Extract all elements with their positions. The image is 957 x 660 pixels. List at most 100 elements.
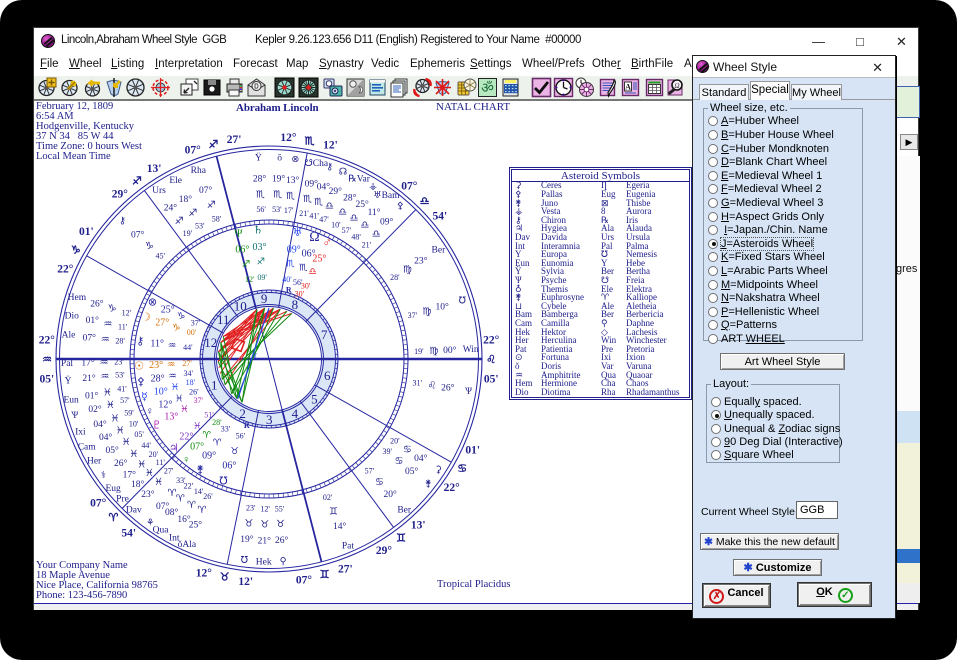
svg-text:♊︎: ♊︎: [320, 569, 330, 581]
svg-text:⚵︎: ⚵︎: [425, 479, 432, 490]
svg-text:57': 57': [120, 396, 130, 405]
svg-text:♈︎: ♈︎: [187, 500, 196, 511]
svg-text:04°: 04°: [99, 432, 113, 443]
svg-text:19': 19': [183, 229, 193, 238]
svg-text:♓︎: ♓︎: [137, 460, 146, 471]
svg-text:Ϋ: Ϋ: [255, 152, 262, 164]
svg-text:℧: ℧: [219, 476, 227, 488]
svg-text:01°: 01°: [86, 315, 100, 326]
svg-text:26°: 26°: [90, 298, 104, 309]
svg-text:53': 53': [115, 371, 125, 380]
svg-text:Cam: Cam: [78, 442, 97, 452]
svg-text:♒︎: ♒︎: [168, 341, 177, 351]
svg-text:10°: 10°: [435, 301, 449, 312]
svg-text:Int: Int: [169, 534, 180, 544]
svg-text:12': 12': [245, 275, 255, 284]
svg-text:26': 26': [189, 388, 199, 397]
svg-text:00°: 00°: [443, 345, 457, 356]
svg-text:℧: ℧: [459, 296, 467, 306]
svg-text:R: R: [286, 286, 292, 295]
svg-text:01': 01': [79, 226, 94, 238]
svg-text:♎︎: ♎︎: [325, 201, 334, 212]
svg-text:♒︎: ♒︎: [167, 360, 176, 370]
svg-text:26': 26': [203, 492, 213, 501]
svg-text:41': 41': [117, 385, 127, 394]
svg-text:♐︎: ♐︎: [132, 175, 142, 187]
svg-text:♒︎: ♒︎: [101, 334, 110, 345]
svg-text:27': 27': [164, 466, 174, 475]
svg-text:♓︎: ♓︎: [154, 477, 163, 488]
svg-text:11°: 11°: [150, 338, 164, 349]
svg-text:05': 05': [484, 374, 499, 386]
svg-text:♏︎: ♏︎: [286, 191, 295, 202]
svg-text:Qua: Qua: [153, 526, 170, 536]
svg-text:19': 19': [414, 347, 424, 356]
svg-text:06°: 06°: [222, 460, 236, 471]
svg-text:Ψ︎: Ψ︎: [234, 228, 243, 240]
svg-text:♓︎: ♓︎: [175, 393, 184, 404]
svg-text:♏︎: ♏︎: [286, 259, 295, 270]
svg-text:Her: Her: [87, 456, 102, 466]
svg-text:28°: 28°: [151, 374, 165, 385]
svg-text:♉︎: ♉︎: [220, 571, 230, 583]
svg-text:♎︎: ♎︎: [360, 220, 369, 231]
svg-text:12: 12: [204, 335, 217, 350]
svg-text:47': 47': [319, 215, 329, 224]
svg-text:♎︎: ♎︎: [308, 268, 317, 278]
svg-text:♓︎: ♓︎: [106, 400, 115, 411]
svg-text:12°: 12°: [158, 400, 172, 411]
svg-text:♎︎: ♎︎: [338, 207, 347, 218]
svg-text:09': 09': [257, 273, 267, 282]
svg-text:R: R: [244, 421, 250, 430]
svg-text:♏︎: ♏︎: [299, 263, 308, 274]
svg-text:05': 05': [134, 430, 144, 439]
svg-text:ॐ: ॐ: [481, 81, 494, 97]
svg-text:48': 48': [351, 233, 361, 242]
svg-text:♒︎: ♒︎: [100, 372, 109, 383]
svg-text:♈︎: ♈︎: [197, 505, 206, 516]
svg-text:⚴︎: ⚴︎: [137, 376, 145, 388]
svg-text:♍︎: ♍︎: [403, 265, 412, 276]
svg-text:♒︎: ♒︎: [42, 354, 52, 366]
svg-text:55': 55': [275, 504, 285, 513]
svg-text:♈︎: ♈︎: [108, 512, 118, 524]
svg-text:01°: 01°: [85, 390, 99, 401]
svg-text:⚷︎: ⚷︎: [326, 162, 333, 173]
svg-text:Eug: Eug: [105, 484, 121, 494]
svg-text:01': 01': [465, 445, 480, 457]
svg-text:Rha: Rha: [191, 166, 207, 176]
svg-text:18°: 18°: [179, 194, 193, 205]
svg-text:4: 4: [292, 406, 299, 421]
svg-text:11': 11': [118, 322, 128, 331]
svg-text:♇︎: ♇︎: [152, 419, 162, 431]
svg-text:☿︎: ☿︎: [141, 391, 148, 403]
svg-text:54': 54': [121, 527, 136, 539]
svg-text:♍︎: ♍︎: [422, 306, 431, 317]
svg-text:07°: 07°: [296, 574, 313, 586]
svg-text:Win: Win: [463, 345, 479, 355]
svg-text:Hek: Hek: [256, 557, 272, 567]
svg-text:19°: 19°: [240, 534, 254, 545]
svg-text:♑︎: ♑︎: [145, 241, 154, 252]
svg-text:04°: 04°: [414, 453, 428, 464]
svg-text:♉︎: ♉︎: [244, 518, 253, 529]
svg-text:07°: 07°: [90, 497, 107, 509]
svg-text:Ber: Ber: [397, 505, 412, 515]
svg-text:17': 17': [284, 206, 294, 215]
svg-text:⊗︎: ⊗︎: [148, 296, 157, 308]
svg-text:♓︎: ♓︎: [171, 382, 180, 393]
svg-text:12°: 12°: [280, 132, 297, 144]
svg-text:07°: 07°: [83, 332, 97, 343]
svg-text:33': 33': [221, 424, 231, 433]
svg-text:♎︎: ♎︎: [350, 213, 359, 224]
svg-text:2: 2: [239, 406, 246, 421]
svg-text:♋︎: ♋︎: [375, 477, 384, 488]
svg-text:12': 12': [323, 140, 338, 152]
svg-text:30': 30': [295, 290, 305, 299]
svg-text:3: 3: [266, 412, 273, 427]
svg-text:☋︎Cha: ☋︎Cha: [304, 158, 329, 169]
svg-text:♊︎: ♊︎: [396, 532, 406, 544]
svg-text:♓︎: ♓︎: [103, 387, 112, 398]
svg-text:♋︎: ♋︎: [403, 444, 412, 455]
svg-text:23': 23': [246, 504, 256, 513]
